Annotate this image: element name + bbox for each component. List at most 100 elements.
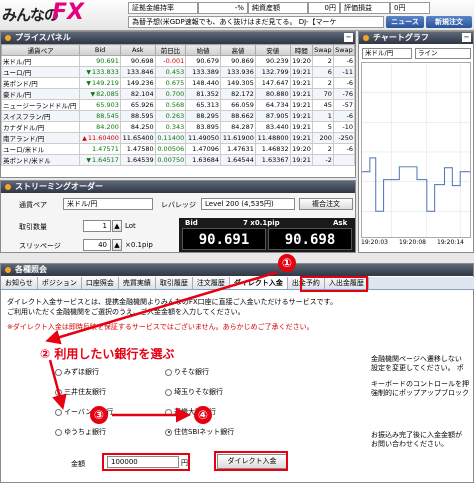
price-cell-time: 19:21 [289,132,313,144]
radio-icon[interactable] [165,368,172,376]
price-cell-ask[interactable]: 84.250 [119,121,156,133]
leverage-select[interactable]: Level 200 (4,535円) [201,198,295,210]
price-cell-bid[interactable]: ▼1.64517 [79,154,121,166]
price-row[interactable]: 英ポンド/米ドル ▼1.64517 1.64539 0.00750 1.63684 1.6… [0,154,356,166]
price-cell-bid[interactable]: 84.200 [79,121,121,133]
complex-order-button[interactable]: 複合注文 [299,198,353,210]
price-cell-bid[interactable]: ▼149.219 [79,77,121,89]
radio-icon[interactable] [55,368,62,376]
price-cell-ask[interactable]: 82.104 [119,88,156,100]
price-cell-bid[interactable]: 65.903 [79,99,121,111]
price-cell-s1: 5 [311,121,334,133]
price-cell-time: 19:21 [289,88,313,100]
price-line-chart [362,63,470,237]
radio-icon[interactable] [165,388,172,396]
inquiry-panel-title: 各種照会 [1,264,473,276]
price-cell-chg: 0.00750 [154,154,187,166]
price-row[interactable]: ニュージーランドドル/円 65.903 65.926 0.568 65.313 66.05… [0,99,356,111]
price-cell-ask[interactable]: 1.47580 [119,143,156,155]
bank-radio[interactable]: みずほ銀行 [55,367,99,377]
chart-type-select[interactable]: ライン [415,48,471,59]
bank-label: りそな銀行 [174,368,209,376]
tab-1[interactable]: ポジション [37,277,82,289]
price-row[interactable]: ユーロ/米ドル 1.47571 1.47580 0.00506 1.47096 1.476… [0,143,356,155]
price-row[interactable]: 米ドル/円 90.691 90.698 -0.001 90.679 90.869 90.23… [0,55,356,67]
chart-area [361,62,471,238]
price-cell-bid[interactable]: 1.47571 [79,143,121,155]
price-cell-pair: ニュージーランドドル/円 [0,99,81,111]
bank-radio[interactable]: 住信SBIネット銀行 [165,427,234,437]
price-cell-ask[interactable]: 149.236 [119,77,156,89]
tab-3[interactable]: 売買実績 [118,277,156,289]
price-cell-ask[interactable]: 11.65400 [119,132,156,144]
app-header: みんなの FX 証拠金維持率 -% 純資産額 0円 評価損益 0円 為替予想(米… [0,0,474,31]
chart-x-tick: 19:20:08 [399,239,426,246]
price-cell-pair: 英ポンド/米ドル [0,154,81,166]
lot-stepper[interactable]: ▲ [112,220,122,232]
minimize-icon[interactable]: − [462,33,471,42]
tab-0[interactable]: お知らせ [1,277,38,289]
chart-pair-select[interactable]: 米ドル/円 [362,48,412,59]
price-cell-ask[interactable]: 1.64539 [119,154,156,166]
radio-icon[interactable] [55,388,62,396]
price-cell-ask[interactable]: 90.698 [119,55,156,67]
radio-icon[interactable] [55,428,62,436]
column-header: 高値 [220,44,256,56]
price-cell-bid[interactable]: ▼133.833 [79,66,121,78]
radio-icon[interactable] [165,408,172,416]
ask-price-button[interactable]: 90.698 [268,228,352,250]
price-cell-pair: スイスフラン/円 [0,110,81,122]
price-cell-bid[interactable]: ▼82.085 [79,88,121,100]
price-cell-ask[interactable]: 133.846 [119,66,156,78]
price-cell-chg: 0.700 [154,88,187,100]
chart-panel-title: チャートグラフ − [359,32,473,44]
price-cell-bid[interactable]: 90.691 [79,55,121,67]
order-pair-select[interactable]: 米ドル/円 [63,198,153,210]
slippage-stepper[interactable]: ▲ [112,239,122,251]
news-ticker[interactable]: 為替予想(米GDP速報でも、あく抜けはまだ見てる。 DJ-【マーケ [128,16,384,28]
price-cell-bid[interactable]: ▲11.60400 [79,132,121,144]
price-cell-high: 1.64544 [220,154,256,166]
radio-icon[interactable] [165,428,172,436]
price-cell-open: 83.895 [185,121,222,133]
column-header: Swap [332,44,356,56]
price-cell-time: 19:20 [289,55,313,67]
price-row[interactable]: ユーロ/円 ▼133.833 133.846 0.453 133.389 133.936 1… [0,66,356,78]
radio-icon[interactable] [55,408,62,416]
minimize-icon[interactable]: − [344,33,353,42]
price-cell-open: 1.47096 [185,143,222,155]
bank-radio[interactable]: 埼玉りそな銀行 [165,387,223,397]
price-cell-ask[interactable]: 88.595 [119,110,156,122]
price-cell-pair: ユーロ/米ドル [0,143,81,155]
price-cell-bid[interactable]: 88.545 [79,110,121,122]
tab-5[interactable]: 注文履歴 [192,277,230,289]
price-cell-chg: 0.453 [154,66,187,78]
chart-x-tick: 19:20:14 [437,239,464,246]
price-cell-open: 1.63684 [185,154,222,166]
slippage-input[interactable]: 40 [83,239,111,251]
price-row[interactable]: 南アランド/円 ▲11.60400 11.65400 0.11400 11.49050 1… [0,132,356,144]
side-note-4: 強制的にポップアップブロック [371,389,469,397]
price-cell-s2: -76 [332,88,356,100]
tab-2[interactable]: 口座照会 [81,277,119,289]
price-cell-s1: -2 [311,154,334,166]
price-row[interactable]: 英ポンド/円 ▼149.219 149.236 0.675 148.440 149.305… [0,77,356,89]
price-row[interactable]: カナダドル/円 84.200 84.250 0.343 83.895 84.287 83.4… [0,121,356,133]
bank-radio[interactable]: ゆうちょ銀行 [55,427,106,437]
bank-radio[interactable]: 三井住友銀行 [55,387,106,397]
price-row[interactable]: スイスフラン/円 88.545 88.595 0.263 88.295 88.662 87.… [0,110,356,122]
price-cell-s2: -6 [332,143,356,155]
bank-radio[interactable]: りそな銀行 [165,367,209,377]
new-order-button[interactable]: 新規注文 [426,16,472,28]
bid-price-button[interactable]: 90.691 [182,228,266,250]
price-cell-chg: 0.11400 [154,132,187,144]
price-cell-time: 19:21 [289,66,313,78]
price-row[interactable]: 豪ドル/円 ▼82.085 82.104 0.700 81.352 82.172 80.88… [0,88,356,100]
price-cell-low: 1.46832 [254,143,291,155]
tab-6[interactable]: ダイレクト入金 [229,277,288,289]
price-cell-ask[interactable]: 65.926 [119,99,156,111]
net-assets-value: 0円 [308,2,340,14]
news-button[interactable]: ニュース [386,16,424,28]
lot-input[interactable]: 1 [83,220,111,232]
tab-4[interactable]: 取引履歴 [155,277,193,289]
